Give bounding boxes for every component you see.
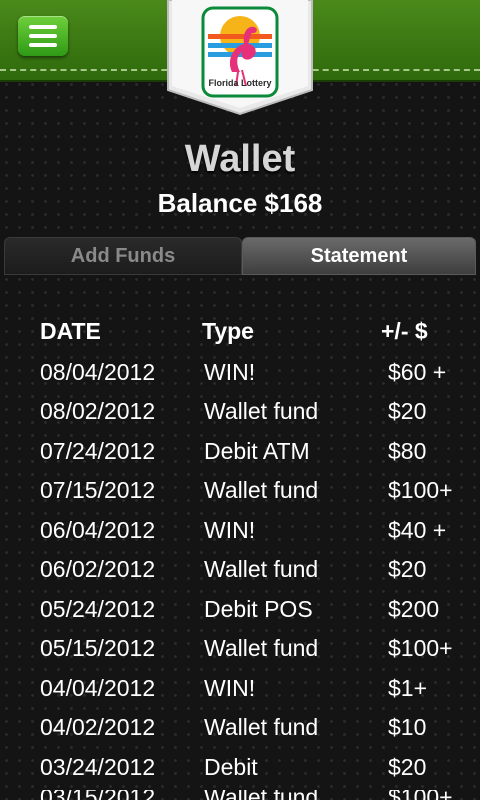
row-date: 04/02/2012 [40,714,156,740]
hamburger-menu-icon [29,25,57,29]
table-header-row: DATE Type +/- $ [0,318,480,356]
row-type: WIN! [204,675,256,701]
hamburger-menu-icon-line [29,34,57,38]
logo-text: Florida Lottery [208,78,272,88]
row-date: 07/15/2012 [40,477,156,503]
row-date: 08/02/2012 [40,398,156,424]
row-type: WIN! [204,517,256,543]
row-type: Wallet fund [204,635,319,661]
column-header-date: DATE [40,318,101,344]
page-title: Wallet [184,138,296,180]
row-date: 05/24/2012 [40,596,156,622]
row-type: Debit ATM [204,438,310,464]
hamburger-menu-icon-line [29,43,57,47]
row-date: 05/15/2012 [40,635,156,661]
table-row: 07/15/2012 Wallet fund $100+ [0,477,480,515]
row-amount: $1+ [388,675,428,701]
row-type: Debit POS [204,596,313,622]
table-row: 07/24/2012 Debit ATM $80 [0,438,480,476]
row-type: Wallet fund [204,477,319,503]
tab-add-funds[interactable]: Add Funds [4,237,242,275]
column-header-type: Type [202,318,254,344]
table-row: 03/24/2012 Debit $20 [0,754,480,792]
row-type: Wallet fund [204,398,319,424]
row-amount: $200 [388,596,440,622]
tab-bar: Add Funds Statement [4,237,476,275]
row-amount: $100+ [388,635,453,661]
row-amount: $100+ [388,477,453,503]
row-amount: $80 [388,438,427,464]
florida-lottery-logo: Florida Lottery [166,0,314,116]
row-type: Wallet fund [204,714,319,740]
tab-statement[interactable]: Statement [242,237,476,275]
row-date: 03/15/2012 [40,790,155,800]
row-type: Debit [204,754,258,780]
row-date: 06/04/2012 [40,517,156,543]
row-type: WIN! [204,359,256,385]
table-row: 04/02/2012 Wallet fund $10 [0,714,480,752]
table-row: 06/04/2012 WIN! $40 + [0,517,480,555]
table-row: 04/04/2012 WIN! $1+ [0,675,480,713]
row-amount: $20 [388,398,427,424]
table-row-partial: 03/15/2012 Wallet fund $100+ [0,790,480,800]
column-header-amount: +/- $ [381,318,428,344]
row-amount: $20 [388,556,427,582]
table-row: 05/24/2012 Debit POS $200 [0,596,480,634]
row-amount: $20 [388,754,427,780]
table-row: 06/02/2012 Wallet fund $20 [0,556,480,594]
table-row: 05/15/2012 Wallet fund $100+ [0,635,480,673]
menu-button[interactable] [18,16,68,56]
balance-text: Balance $168 [157,188,323,218]
row-date: 04/04/2012 [40,675,156,701]
row-amount: $10 [388,714,427,740]
row-type: Wallet fund [204,790,318,800]
row-date: 07/24/2012 [40,438,156,464]
row-date: 03/24/2012 [40,754,156,780]
row-date: 08/04/2012 [40,359,156,385]
row-date: 06/02/2012 [40,556,156,582]
table-row: 08/04/2012 WIN! $60 + [0,359,480,397]
row-amount: $40 + [388,517,447,543]
row-amount: $60 + [388,359,447,385]
table-row: 08/02/2012 Wallet fund $20 [0,398,480,436]
row-amount: $100+ [388,790,453,800]
row-type: Wallet fund [204,556,319,582]
